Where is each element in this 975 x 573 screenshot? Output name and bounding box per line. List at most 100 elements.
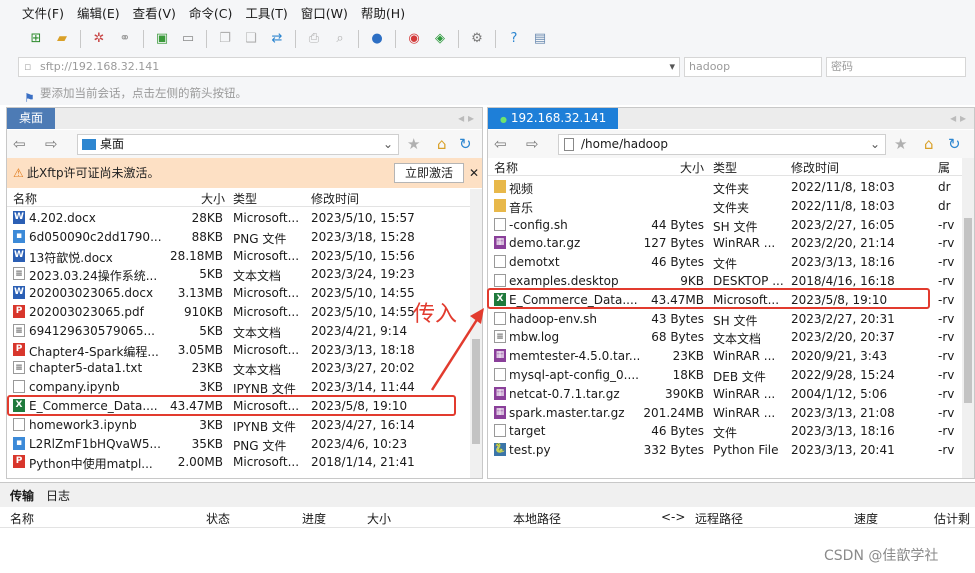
file-icon xyxy=(564,138,574,151)
chevron-down-icon[interactable]: ⌄ xyxy=(383,135,393,154)
col-local-path[interactable]: 本地路径 xyxy=(513,510,561,527)
remote-path-input[interactable]: /home/hadoop ⌄ xyxy=(558,134,886,155)
file-row[interactable]: mysql-apt-config_0.... 18KB DEB 文件 2022/9/2… xyxy=(488,366,974,385)
find-icon[interactable]: ⌕ xyxy=(330,29,350,49)
host-input[interactable]: ▫ sftp://192.168.32.141 ▾ xyxy=(18,57,680,77)
paste-icon[interactable]: ❑ xyxy=(241,29,261,49)
local-scrollbar[interactable] xyxy=(470,189,482,478)
file-row[interactable]: ≡ 694129630579065... 5KB 文本文档 2023/4/21, 9:1… xyxy=(7,322,482,341)
tab-transfer[interactable]: 传输 xyxy=(10,487,34,504)
file-row[interactable]: homework3.ipynb 3KB IPYNB 文件 2023/4/27, 16:… xyxy=(7,416,482,435)
globe-icon[interactable]: ● xyxy=(367,29,387,49)
chat-icon[interactable]: ▤ xyxy=(530,29,550,49)
tab-scroll-icon[interactable]: ◂ ▸ xyxy=(458,111,474,125)
tab-desktop[interactable]: 桌面 xyxy=(7,108,56,129)
col-modified[interactable]: 修改时间 xyxy=(791,159,839,176)
cell-perm: -rv xyxy=(938,236,955,251)
file-row[interactable]: ▦ memtester-4.5.0.tar... 23KB WinRAR ... 202… xyxy=(488,347,974,366)
file-row[interactable]: -config.sh 44 Bytes SH 文件 2023/2/27, 16:05-… xyxy=(488,216,974,235)
file-row[interactable]: P 202003023065.pdf 910KB Microsoft... 2023/5… xyxy=(7,303,482,322)
col-modified[interactable]: 修改时间 xyxy=(311,190,359,207)
col-size[interactable]: 大小 xyxy=(367,510,391,527)
file-row[interactable]: W 202003023065.docx 3.13MB Microsoft... 2023… xyxy=(7,284,482,303)
sync-icon[interactable]: ⇄ xyxy=(267,29,287,49)
new-session-icon[interactable]: ⊞ xyxy=(26,29,46,49)
tab-log[interactable]: 日志 xyxy=(46,487,70,504)
forward-icon[interactable]: ⇨ xyxy=(526,135,539,153)
file-row[interactable]: ≡ 2023.03.24操作系统... 5KB 文本文档 2023/3/24, 19:2… xyxy=(7,265,482,284)
scroll-thumb[interactable] xyxy=(472,339,480,444)
file-row[interactable]: ▦ demo.tar.gz 127 Bytes WinRAR ... 2023/2/20… xyxy=(488,234,974,253)
chevron-down-icon[interactable]: ⌄ xyxy=(870,135,880,154)
col-speed[interactable]: 速度 xyxy=(854,510,878,527)
file-row[interactable]: ▪ 6d050090c2dd1790... 88KB PNG 文件 2023/3/18,… xyxy=(7,228,482,247)
col-direction[interactable]: <-> xyxy=(661,510,685,524)
col-attr[interactable]: 属 xyxy=(938,159,950,176)
link-icon[interactable]: ⚭ xyxy=(115,29,135,49)
file-row[interactable]: W 13符歆悦.docx 28.18MB Microsoft... 2023/5/10,… xyxy=(7,247,482,266)
menu-tools[interactable]: 工具(T) xyxy=(245,3,287,22)
username-input[interactable]: hadoop xyxy=(684,57,822,77)
help-icon[interactable]: ? xyxy=(504,29,524,49)
file-row[interactable]: hadoop-env.sh 43 Bytes SH 文件 2023/2/27, 20:… xyxy=(488,310,974,329)
back-icon[interactable]: ⇦ xyxy=(13,135,26,153)
file-row[interactable]: ▦ netcat-0.7.1.tar.gz 390KB WinRAR ... 2004/… xyxy=(488,385,974,404)
password-input[interactable]: 密码 xyxy=(826,57,966,77)
file-row[interactable]: ▦ spark.master.tar.gz 201.24MB WinRAR ... 20… xyxy=(488,404,974,423)
file-row[interactable]: ≡ mbw.log 68 Bytes 文本文档 2023/2/20, 20:37 -rv xyxy=(488,328,974,347)
tab-remote[interactable]: ● 192.168.32.141 xyxy=(488,108,619,129)
file-row[interactable]: 音乐 文件夹 2022/11/8, 18:03 dr xyxy=(488,197,974,216)
col-status[interactable]: 状态 xyxy=(206,510,230,527)
star-icon[interactable]: ★ xyxy=(894,135,907,153)
col-remote-path[interactable]: 远程路径 xyxy=(695,510,743,527)
gear-icon[interactable]: ⚙ xyxy=(467,29,487,49)
col-size[interactable]: 大小 xyxy=(201,190,225,207)
file-row[interactable]: P Python中使用matpl... 2.00MB Microsoft... 2018… xyxy=(7,453,482,472)
local-path-input[interactable]: 桌面 ⌄ xyxy=(77,134,399,155)
refresh-icon[interactable]: ↻ xyxy=(459,135,472,153)
remote-scrollbar[interactable] xyxy=(962,158,974,478)
file-row[interactable]: demotxt 46 Bytes 文件 2023/3/13, 18:16 -rv xyxy=(488,253,974,272)
chevron-down-icon[interactable]: ▾ xyxy=(669,58,675,76)
tab-scroll-icon[interactable]: ◂ ▸ xyxy=(950,111,966,125)
home-icon[interactable]: ⌂ xyxy=(437,135,447,153)
col-name[interactable]: 名称 xyxy=(10,510,34,527)
forward-icon[interactable]: ⇨ xyxy=(45,135,58,153)
home-icon[interactable]: ⌂ xyxy=(924,135,934,153)
col-progress[interactable]: 进度 xyxy=(302,510,326,527)
new-folder-icon[interactable]: ▣ xyxy=(152,29,172,49)
col-type[interactable]: 类型 xyxy=(713,159,737,176)
menu-edit[interactable]: 编辑(E) xyxy=(77,3,120,22)
file-row[interactable]: 🐍 test.py 332 Bytes Python File 2023/3/13, 2… xyxy=(488,441,974,460)
xshell-icon[interactable]: ◉ xyxy=(404,29,424,49)
col-size[interactable]: 大小 xyxy=(680,159,704,176)
col-name[interactable]: 名称 xyxy=(13,190,37,207)
menu-help[interactable]: 帮助(H) xyxy=(361,3,405,22)
col-eta[interactable]: 估计剩 xyxy=(934,510,970,527)
col-name[interactable]: 名称 xyxy=(494,159,518,176)
file-row[interactable]: 视频 文件夹 2022/11/8, 18:03 dr xyxy=(488,178,974,197)
file-row[interactable]: target 46 Bytes 文件 2023/3/13, 18:16 -rv xyxy=(488,422,974,441)
activate-button[interactable]: 立即激活 xyxy=(394,163,464,183)
back-icon[interactable]: ⇦ xyxy=(494,135,507,153)
refresh-icon[interactable]: ↻ xyxy=(948,135,961,153)
xftp-icon[interactable]: ◈ xyxy=(430,29,450,49)
open-folder-icon[interactable]: ▰ xyxy=(52,29,72,49)
menu-view[interactable]: 查看(V) xyxy=(133,3,176,22)
file-row[interactable]: W 4.202.docx 28KB Microsoft... 2023/5/10, 15… xyxy=(7,209,482,228)
col-type[interactable]: 类型 xyxy=(233,190,257,207)
menu-command[interactable]: 命令(C) xyxy=(189,3,232,22)
disconnect-icon[interactable]: ✲ xyxy=(89,29,109,49)
transfer-tabs: 传输 日志 xyxy=(0,483,975,507)
copy-icon[interactable]: ❐ xyxy=(215,29,235,49)
menu-file[interactable]: 文件(F) xyxy=(22,3,64,22)
scroll-thumb[interactable] xyxy=(964,218,972,403)
file-row[interactable]: ≡ chapter5-data1.txt 23KB 文本文档 2023/3/27, 20… xyxy=(7,359,482,378)
file-row[interactable]: ▪ L2RlZmF1bHQvaW5... 35KB PNG 文件 2023/4/6, 1… xyxy=(7,435,482,454)
window-icon[interactable]: ▭ xyxy=(178,29,198,49)
print-icon[interactable]: ⎙ xyxy=(304,29,324,49)
menu-window[interactable]: 窗口(W) xyxy=(301,3,348,22)
close-icon[interactable]: ✕ xyxy=(469,158,479,188)
file-row[interactable]: P Chapter4-Spark编程... 3.05MB Microsoft... 20… xyxy=(7,341,482,360)
star-icon[interactable]: ★ xyxy=(407,135,420,153)
